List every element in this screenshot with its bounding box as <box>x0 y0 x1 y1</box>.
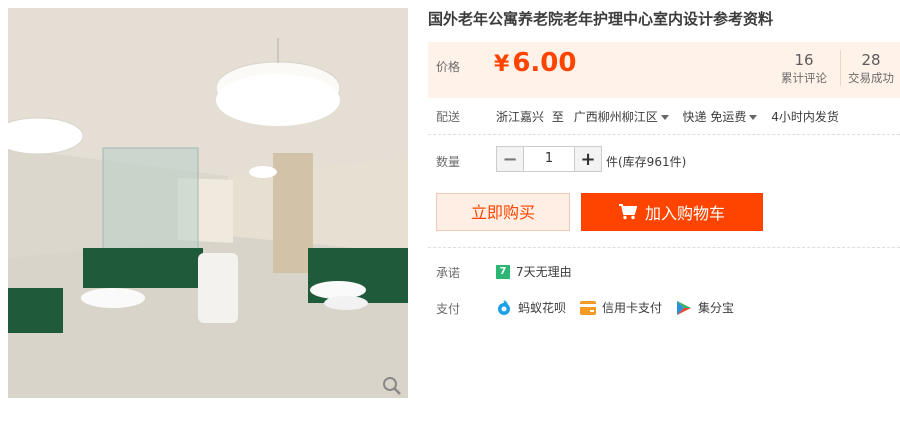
jifenbao-icon <box>677 300 692 315</box>
quantity-label: 数量 <box>436 155 461 169</box>
quantity-stepper: − 1 + <box>496 146 602 172</box>
product-image[interactable] <box>8 8 408 398</box>
price-label: 价格 <box>436 60 461 74</box>
payment-huabei-label: 蚂蚁花呗 <box>518 301 567 315</box>
shipping-info: 浙江嘉兴 至 广西柳州柳江区 快递 免运费 4小时内发货 <box>496 108 839 125</box>
seven-day-return-icon: 7 <box>496 264 510 279</box>
shipping-label: 配送 <box>436 110 461 124</box>
payment-jifenbao-label: 集分宝 <box>698 301 735 315</box>
quantity-plus-button[interactable]: + <box>574 146 602 172</box>
destination-label: 广西柳州柳江区 <box>573 110 658 124</box>
transaction-count-label: 交易成功 <box>848 71 894 85</box>
price-panel: 价格 ¥6.00 16 累计评论 28 交易成功 <box>428 42 900 98</box>
zoom-icon[interactable] <box>382 376 402 396</box>
chevron-down-icon <box>749 115 758 120</box>
review-count-label: 累计评论 <box>781 71 827 85</box>
price-amount: 6.00 <box>512 48 577 78</box>
currency-symbol: ¥ <box>494 52 510 77</box>
quantity-minus-button[interactable]: − <box>496 146 524 172</box>
stock-text: 件(库存961件) <box>606 155 687 169</box>
chevron-down-icon <box>660 115 669 120</box>
shipping-to-word: 至 <box>551 110 564 124</box>
shipping-method-select[interactable]: 快递 免运费 <box>683 108 768 125</box>
transaction-count[interactable]: 28 交易成功 <box>840 50 900 86</box>
shipping-method-label: 快递 免运费 <box>682 110 747 124</box>
review-count[interactable]: 16 累计评论 <box>774 50 834 86</box>
transaction-count-number: 28 <box>861 51 881 69</box>
dispatch-time: 4小时内发货 <box>771 110 839 124</box>
quantity-input[interactable]: 1 <box>524 146 574 172</box>
ant-huabei-icon <box>498 299 510 315</box>
destination-select[interactable]: 广西柳州柳江区 <box>574 108 679 125</box>
divider <box>428 134 900 135</box>
promise-text: 7天无理由 <box>516 265 572 279</box>
interior-photo <box>8 8 408 398</box>
add-to-cart-label: 加入购物车 <box>644 204 725 223</box>
buy-now-button[interactable]: 立即购买 <box>436 193 570 231</box>
payment-credit-card[interactable]: 信用卡支付 <box>580 299 662 316</box>
review-count-number: 16 <box>794 51 814 69</box>
shipping-from: 浙江嘉兴 <box>496 110 545 124</box>
price-value: ¥6.00 <box>494 48 576 78</box>
cart-icon <box>618 204 637 220</box>
product-title: 国外老年公寓养老院老年护理中心室内设计参考资料 <box>428 10 774 28</box>
payment-huabei[interactable]: 蚂蚁花呗 <box>496 299 566 316</box>
divider <box>428 247 900 248</box>
payment-methods: 蚂蚁花呗 信用卡支付 集分宝 <box>496 299 748 316</box>
payment-credit-card-label: 信用卡支付 <box>602 301 663 315</box>
promise-label: 承诺 <box>436 266 461 280</box>
promise-item[interactable]: 7 7天无理由 <box>496 263 572 280</box>
add-to-cart-button[interactable]: 加入购物车 <box>581 193 763 231</box>
payment-jifenbao[interactable]: 集分宝 <box>676 299 734 316</box>
credit-card-icon <box>580 300 597 315</box>
payment-label: 支付 <box>436 302 461 316</box>
